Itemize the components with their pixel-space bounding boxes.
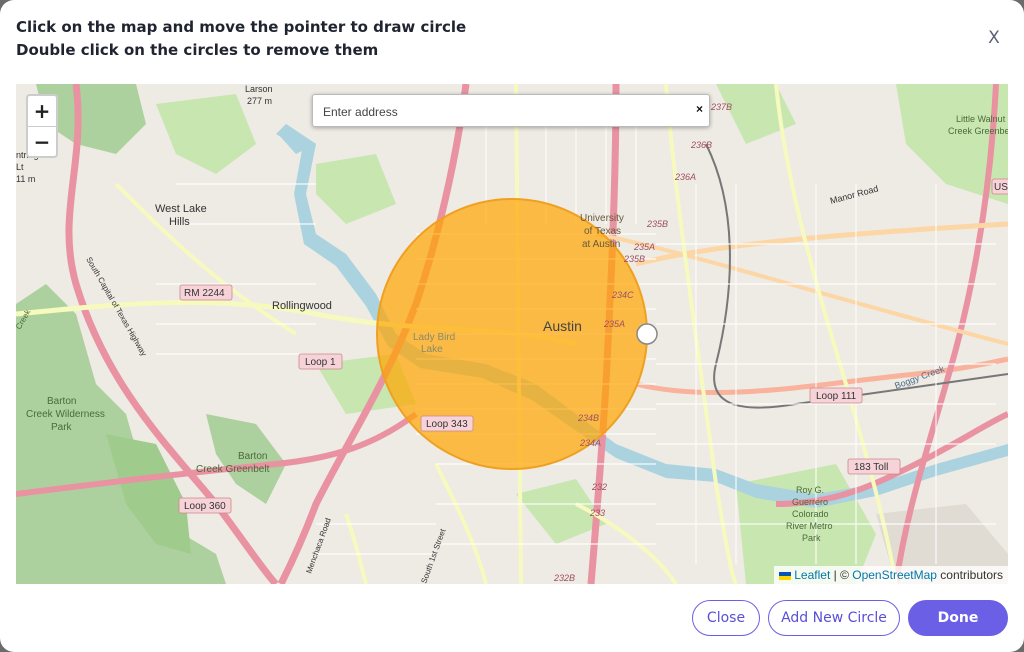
shield-loop343: Loop 343	[426, 419, 468, 430]
label-rollingwood: Rollingwood	[272, 300, 332, 312]
exit-label: 237B	[710, 102, 732, 112]
label-little-walnut-2: Creek Greenbelt	[948, 126, 1008, 136]
label-roy-g-3: Colorado	[792, 509, 829, 519]
shield-183toll: 183 Toll	[854, 462, 888, 473]
ukraine-flag-icon	[779, 571, 792, 580]
exit-label: 235A	[633, 242, 655, 252]
label-lady-bird-2: Lake	[421, 344, 443, 355]
label-lt: Lt	[16, 162, 24, 172]
exit-label: 234C	[611, 290, 634, 300]
label-larson: Larson	[245, 84, 273, 94]
attribution-separator: | ©	[830, 568, 853, 582]
zoom-in-button[interactable]: +	[28, 96, 56, 126]
exit-label: 234A	[579, 438, 601, 448]
label-roy-g-1: Roy G.	[796, 485, 824, 495]
label-larson-elev: 277 m	[247, 96, 272, 106]
instruction-remove: Double click on the circles to remove th…	[16, 41, 379, 59]
exit-label: 235B	[646, 219, 668, 229]
clear-search-icon[interactable]: ×	[696, 102, 703, 116]
done-button[interactable]: Done	[908, 600, 1008, 636]
map-tiles: Austin West Lake Hills Rollingwood Barto…	[16, 84, 1008, 584]
label-barton-wilderness-1: Barton	[47, 396, 76, 407]
label-austin: Austin	[543, 318, 582, 334]
shield-loop1: Loop 1	[305, 357, 336, 368]
exit-label: 235A	[603, 319, 625, 329]
draw-circle-modal: Click on the map and move the pointer to…	[0, 0, 1024, 652]
shield-loop111: Loop 111	[816, 391, 857, 402]
map-view[interactable]: Austin West Lake Hills Rollingwood Barto…	[16, 84, 1008, 584]
address-search: ×	[312, 94, 710, 127]
instruction-draw: Click on the map and move the pointer to…	[16, 18, 467, 36]
shield-us: US	[994, 182, 1008, 193]
exit-label: 232B	[553, 573, 575, 583]
zoom-control: + −	[26, 94, 58, 158]
shield-rm2244: RM 2244	[184, 288, 225, 299]
exit-label: 232	[591, 482, 607, 492]
address-input[interactable]	[321, 100, 685, 124]
map-attribution: Leaflet | © OpenStreetMap contributors	[774, 566, 1008, 584]
label-west-lake: West Lake	[155, 203, 207, 215]
instructions: Click on the map and move the pointer to…	[16, 16, 466, 62]
exit-label: 233	[589, 508, 605, 518]
exit-label: 235B	[623, 254, 645, 264]
label-little-walnut-1: Little Walnut	[956, 114, 1006, 124]
label-university-2: of Texas	[584, 226, 621, 237]
attribution-tail: contributors	[936, 568, 1003, 582]
label-barton-greenbelt-2: Creek Greenbelt	[196, 464, 270, 475]
label-roy-g-2: Guerrero	[792, 497, 828, 507]
leaflet-link[interactable]: Leaflet	[794, 568, 830, 582]
zoom-out-button[interactable]: −	[28, 126, 56, 157]
exit-label: 236A	[674, 172, 696, 182]
close-icon[interactable]: X	[984, 28, 1004, 50]
exit-label: 234B	[577, 413, 599, 423]
add-new-circle-button[interactable]: Add New Circle	[768, 600, 900, 636]
label-university-1: University	[580, 213, 624, 224]
circle-resize-handle[interactable]	[636, 323, 658, 345]
label-elev-left: 11 m	[16, 174, 35, 184]
label-university-3: at Austin	[582, 239, 620, 250]
label-barton-wilderness-3: Park	[51, 422, 73, 433]
shield-loop360: Loop 360	[184, 501, 226, 512]
label-west-lake-hills: Hills	[169, 216, 190, 228]
label-roy-g-4: River Metro	[786, 521, 833, 531]
label-lady-bird-1: Lady Bird	[413, 332, 455, 343]
label-barton-greenbelt-1: Barton	[238, 451, 267, 462]
close-button[interactable]: Close	[692, 600, 760, 636]
label-roy-g-5: Park	[802, 533, 821, 543]
label-barton-wilderness-2: Creek Wilderness	[26, 409, 105, 420]
exit-label: 236B	[690, 140, 712, 150]
osm-link[interactable]: OpenStreetMap	[852, 568, 937, 582]
